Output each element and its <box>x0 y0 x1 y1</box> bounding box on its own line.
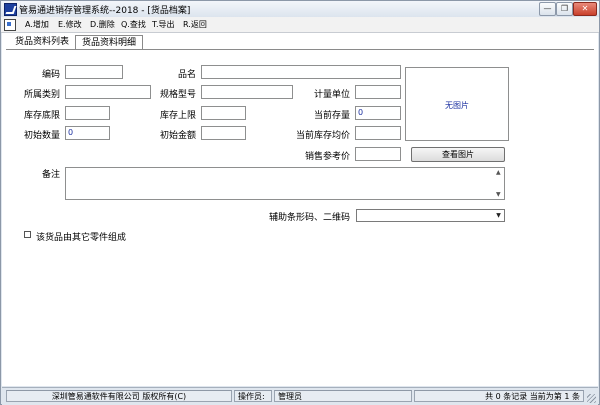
menu-delete[interactable]: D.删除 <box>90 19 115 30</box>
sale-ref-label: 销售参考价 <box>304 152 350 162</box>
current-stock-field: 0 <box>355 106 401 120</box>
composed-checkbox[interactable] <box>24 231 31 238</box>
barcode-label: 辅助条形码、二维码 <box>268 213 350 223</box>
menu-return[interactable]: R.返回 <box>183 19 207 30</box>
menu-export[interactable]: T.导出 <box>152 19 174 30</box>
product-photo-box: 无图片 <box>405 67 509 141</box>
spec-field[interactable] <box>201 85 293 99</box>
sale-ref-field[interactable] <box>355 147 401 161</box>
menu-edit[interactable]: E.修改 <box>58 19 82 30</box>
menu-search[interactable]: Q.查找 <box>121 19 146 30</box>
init-qty-field[interactable]: 0 <box>65 126 110 140</box>
app-logo-icon <box>4 3 17 16</box>
scroll-up-icon[interactable]: ▲ <box>496 169 501 176</box>
avg-price-label: 当前库存均价 <box>295 131 350 141</box>
minimize-button[interactable]: — <box>539 2 556 16</box>
status-operator-label: 操作员: <box>234 390 272 402</box>
unit-label: 计量单位 <box>313 90 350 100</box>
window-title: 管易通进销存管理系统--2018 - [货品档案] <box>19 6 191 16</box>
init-amount-label: 初始金额 <box>159 131 196 141</box>
current-stock-label: 当前存量 <box>313 111 350 121</box>
main-content: 货品资料列表 货品资料明细 编码 品名 所属类别 规格型号 计量单位 库存底限 … <box>2 33 598 386</box>
resize-grip-icon[interactable] <box>587 394 596 403</box>
notes-label: 备注 <box>41 170 60 180</box>
unit-field[interactable] <box>355 85 401 99</box>
maximize-button[interactable]: ❐ <box>556 2 573 16</box>
name-field[interactable] <box>201 65 401 79</box>
composed-label: 该货品由其它零件组成 <box>36 233 127 243</box>
category-label: 所属类别 <box>23 90 60 100</box>
view-image-button[interactable]: 查看图片 <box>411 147 505 162</box>
stock-min-label: 库存底限 <box>23 111 60 121</box>
menu-bar: A.增加 E.修改 D.删除 Q.查找 T.导出 R.返回 <box>1 17 599 33</box>
status-company: 深圳管易通软件有限公司 版权所有(C) <box>6 390 232 402</box>
status-record-count: 共 0 条记录 当前为第 1 条 <box>414 390 584 402</box>
barcode-select[interactable]: ▼ <box>356 209 505 222</box>
chevron-down-icon[interactable]: ▼ <box>494 211 503 220</box>
menu-add[interactable]: A.增加 <box>25 19 49 30</box>
close-button[interactable]: ✕ <box>573 2 597 16</box>
scroll-down-icon[interactable]: ▼ <box>496 191 501 198</box>
app-window: 管易通进销存管理系统--2018 - [货品档案] — ❐ ✕ A.增加 E.修… <box>0 0 600 405</box>
category-field[interactable] <box>65 85 151 99</box>
stock-min-field[interactable] <box>65 106 110 120</box>
status-operator-value: 管理员 <box>274 390 412 402</box>
init-qty-label: 初始数量 <box>23 131 60 141</box>
spec-label: 规格型号 <box>159 90 196 100</box>
code-field[interactable] <box>65 65 123 79</box>
stock-max-label: 库存上限 <box>159 111 196 121</box>
document-icon[interactable] <box>4 19 16 31</box>
status-bar: 深圳管易通软件有限公司 版权所有(C) 操作员: 管理员 共 0 条记录 当前为… <box>2 387 598 405</box>
no-image-text: 无图片 <box>445 101 469 110</box>
notes-scrollbar[interactable]: ▲ ▼ <box>495 168 504 199</box>
tab-product-detail[interactable]: 货品资料明细 <box>75 35 143 50</box>
init-amount-field[interactable] <box>201 126 246 140</box>
notes-textarea[interactable]: ▲ ▼ <box>65 167 505 200</box>
tab-divider <box>6 49 594 50</box>
avg-price-field <box>355 126 401 140</box>
stock-max-field[interactable] <box>201 106 246 120</box>
tab-product-list[interactable]: 货品资料列表 <box>10 35 74 49</box>
title-bar: 管易通进销存管理系统--2018 - [货品档案] — ❐ ✕ <box>1 1 599 17</box>
code-label: 编码 <box>41 70 60 80</box>
name-label: 品名 <box>177 70 196 80</box>
